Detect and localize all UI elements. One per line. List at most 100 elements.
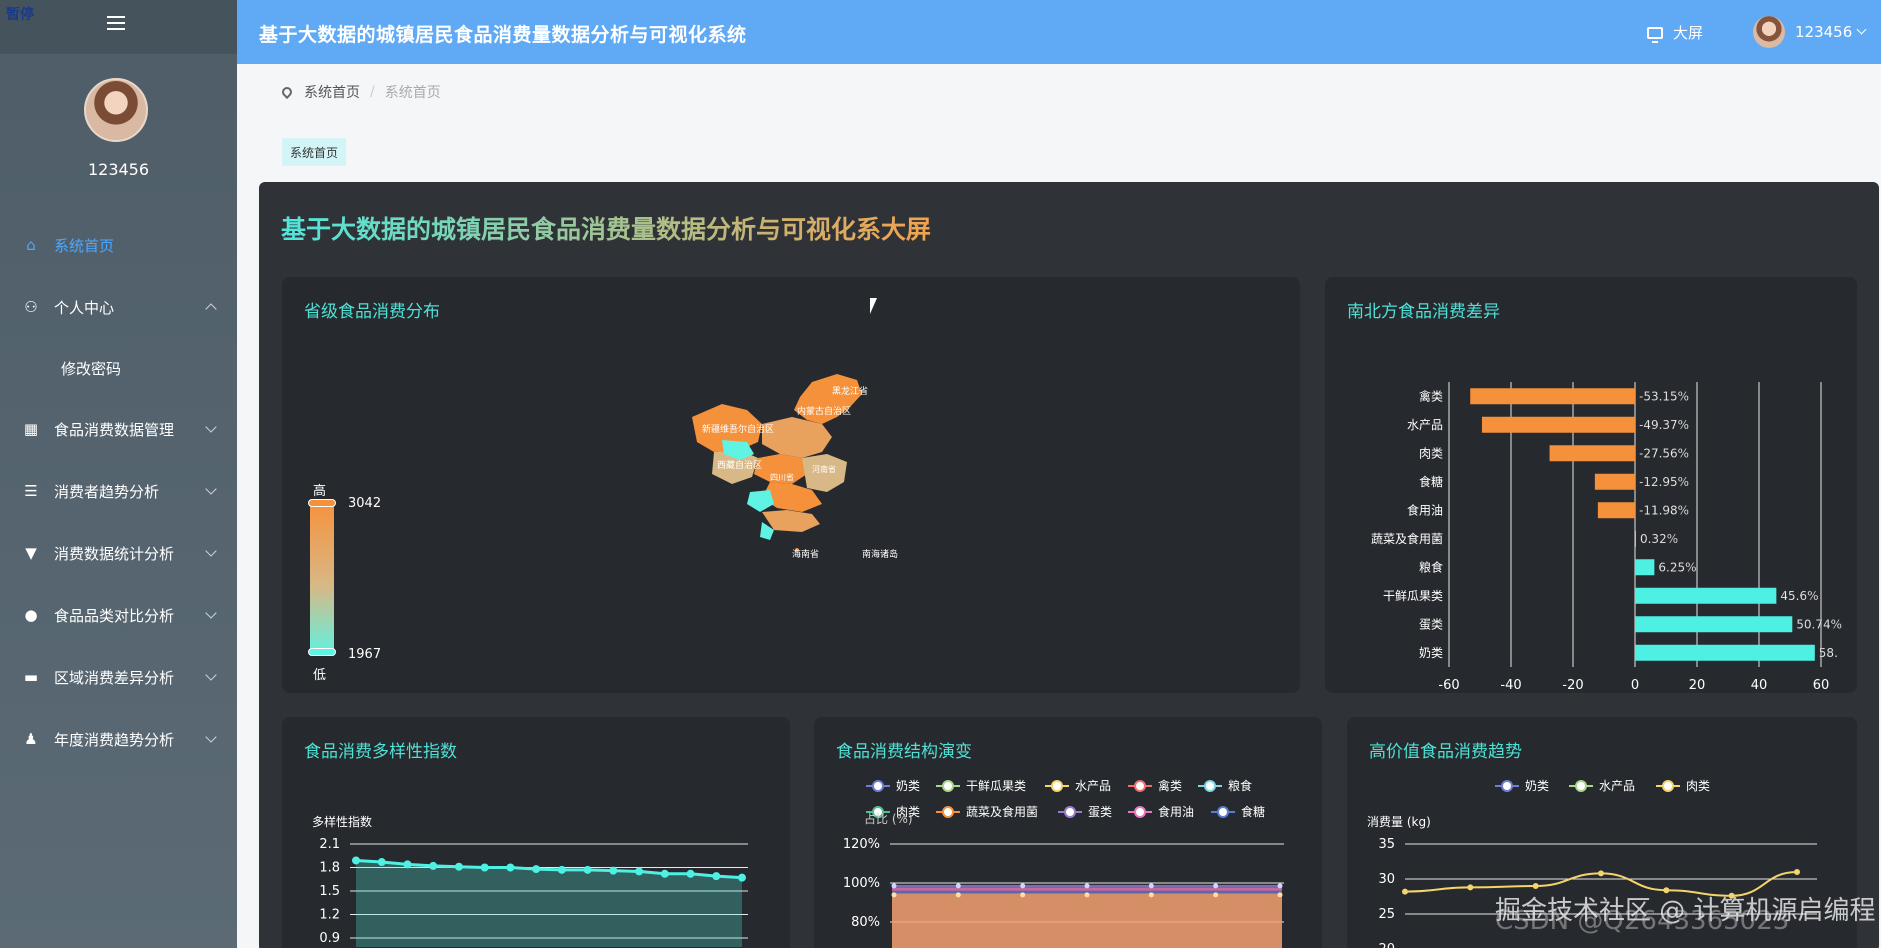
sidebar-item-region-diff[interactable]: ▬ 区域消费差异分析 [0,646,237,708]
legend-label: 水产品 [1599,779,1635,793]
y-tick-label: 25 [1378,907,1395,922]
app-title: 基于大数据的城镇居民食品消费量数据分析与可视化系统 [259,24,747,46]
data-point [1598,870,1604,877]
tab-home[interactable]: 系统首页 [282,138,347,166]
top-header: 基于大数据的城镇居民食品消费量数据分析与可视化系统 大屏 123456 [237,0,1881,64]
legend-label: 奶类 [896,779,920,793]
y-axis-label: 消费量 (kg) [1367,815,1431,829]
visual-map-bar [310,500,334,656]
svg-text:新疆维吾尔自治区: 新疆维吾尔自治区 [702,423,774,435]
data-label: -27.56% [1639,446,1689,460]
chevron-up-icon [205,303,217,315]
legend-marker [1575,780,1587,792]
brush-icon: ▼ [25,544,37,562]
sidebar-item-category-compare[interactable]: ● 食品品类对比分析 [0,584,237,646]
category-label: 禽类 [1419,388,1443,403]
data-point [635,867,644,876]
data-point [891,883,897,889]
sidebar-item-consumer-trend[interactable]: ☰ 消费者趋势分析 [0,460,237,522]
breadcrumb: 系统首页 / 系统首页 [279,82,441,102]
category-label: 干鲜瓜果类 [1383,589,1443,603]
grid-icon: ▦ [23,420,39,438]
data-label: -49.37% [1639,418,1689,432]
data-point [1148,883,1154,889]
sidebar-item-label: 修改密码 [61,359,122,378]
sidebar-item-annual-trend[interactable]: ♟ 年度消费趋势分析 [0,708,237,770]
user-icon: ⚇ [24,298,38,316]
header-username[interactable]: 123456 [1795,23,1852,41]
data-label: 58. [1819,646,1838,660]
breadcrumb-home[interactable]: 系统首页 [304,82,360,102]
data-point [712,872,721,881]
list-icon: ☰ [24,482,38,500]
bar [1470,388,1635,405]
svg-text:海南省: 海南省 [792,548,819,560]
legend-marker [1217,806,1229,818]
y-tick-label: 80% [851,915,880,930]
bigscreen-button[interactable]: 大屏 [1647,22,1703,43]
diversity-area-chart[interactable]: 多样性指数 2.1 1.8 1.5 1.2 0.9 [282,717,790,948]
diversity-panel: 食品消费多样性指数 多样性指数 2.1 1.8 1.5 1.2 0.9 [282,717,790,948]
data-point [532,865,541,874]
home-icon: ⌂ [26,236,36,254]
data-point [352,856,360,865]
data-label: 0.32% [1640,532,1678,546]
legend-marker [942,780,954,792]
sidebar-item-change-password[interactable]: 修改密码 [0,338,237,398]
menu-toggle-icon[interactable] [107,16,125,34]
x-tick-label: -60 [1438,678,1459,693]
legend-label: 食糖 [1241,804,1265,819]
chevron-down-icon [205,607,217,619]
header-avatar[interactable] [1753,16,1785,48]
bar [1635,616,1793,633]
sidebar-item-label: 食品消费数据管理 [54,420,175,439]
y-tick-label: 30 [1378,872,1395,887]
data-point [738,873,746,882]
legend-label: 水产品 [1075,779,1111,793]
chevron-down-icon [205,669,217,681]
category-label: 蛋类 [1419,617,1443,631]
diff-bar-chart[interactable]: -60 -40 -20 0 20 40 60 禽类 -53.15% 水产品 -49.37% 肉类 -27… [1325,277,1857,693]
svg-text:四川省: 四川省 [770,472,794,482]
data-label: -12.95% [1639,475,1689,489]
data-point [1402,888,1408,895]
legend-label: 蔬菜及食用菌 [966,804,1038,819]
legend-label: 粮食 [1228,778,1252,793]
chevron-down-icon [205,483,217,495]
legend-marker [1134,780,1146,792]
panel-title: 省级食品消费分布 [304,302,440,322]
watermark-sub: CSDN @Q2643365023 [1495,906,1790,936]
sidebar: 暂停 123456 ⌂ 系统首页 ⚇ 个人中心 修改密码 ▦ 食品消费数据管理 … [0,0,237,948]
x-tick-label: 40 [1751,678,1768,693]
data-point [686,869,695,878]
sidebar-item-label: 年度消费趋势分析 [54,730,175,749]
structure-stacked-chart[interactable]: 奶类 干鲜瓜果类 水产品 禽类 粮食肉类 蔬菜及食用菌 蛋类 食用油 食糖占比 (%)120%1… [814,717,1322,948]
visual-map-handle-top[interactable] [308,499,336,507]
visual-map-max: 3042 [348,496,382,511]
chevron-down-icon[interactable] [1856,24,1867,35]
sidebar-item-stats[interactable]: ▼ 消费数据统计分析 [0,522,237,584]
visual-map-handle-bottom[interactable] [308,648,336,656]
sidebar-item-label: 区域消费差异分析 [54,668,175,687]
data-point [1213,883,1219,889]
sidebar-top: 暂停 [0,0,237,54]
sidebar-username: 123456 [87,160,150,179]
data-point [506,863,515,872]
data-point [609,866,618,875]
data-point [955,883,961,889]
data-label: 6.25% [1658,560,1696,574]
sidebar-item-home[interactable]: ⌂ 系统首页 [0,214,237,276]
monitor-icon: ▬ [23,668,39,686]
legend-marker [1501,780,1513,792]
china-map[interactable]: 内蒙古自治区 新疆维吾尔自治区 西藏自治区 黑龙江省 海南省 南海诸岛 四川省 … [662,362,942,562]
sidebar-menu: ⌂ 系统首页 ⚇ 个人中心 修改密码 ▦ 食品消费数据管理 ☰ 消费者趋势分析 … [0,214,237,770]
sidebar-item-personal-center[interactable]: ⚇ 个人中心 [0,276,237,338]
chevron-down-icon [205,421,217,433]
sidebar-item-label: 消费者趋势分析 [54,482,160,501]
sidebar-item-food-data[interactable]: ▦ 食品消费数据管理 [0,398,237,460]
bar [1635,559,1655,576]
y-tick-label: 35 [1378,837,1395,852]
svg-text:西藏自治区: 西藏自治区 [717,459,762,471]
svg-text:南海诸岛: 南海诸岛 [862,548,898,560]
y-tick-label: 2.1 [319,837,340,852]
